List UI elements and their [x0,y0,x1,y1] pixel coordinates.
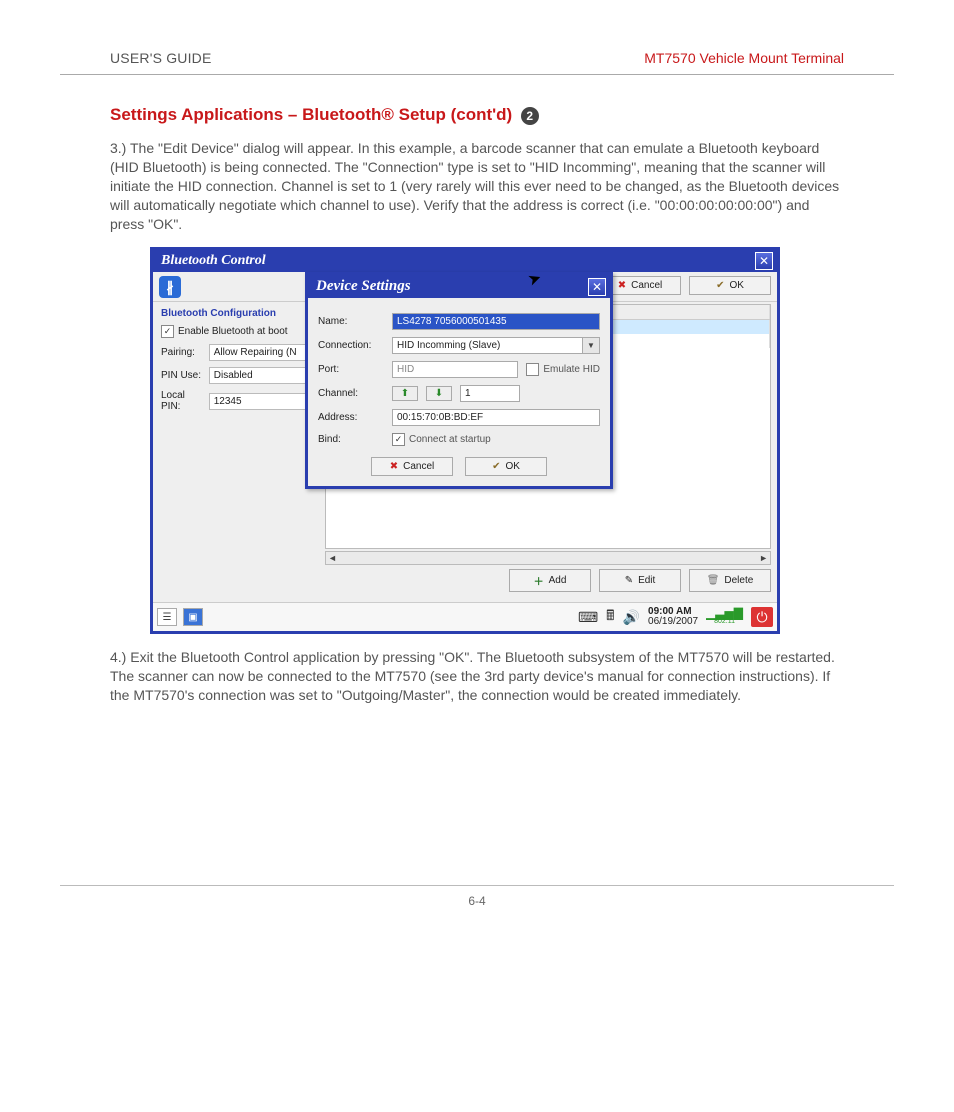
checkbox-icon: ✓ [392,433,405,446]
page-footer: 6-4 [60,885,894,908]
plus-icon: ＋ [534,573,544,588]
config-panel: Bluetooth Configuration Enable Bluetooth… [153,302,323,600]
taskbar-menu-icon[interactable]: ☰ [157,608,177,626]
header-right: MT7570 Vehicle Mount Terminal [644,50,844,66]
paragraph-4: 4.) Exit the Bluetooth Control applicati… [110,648,844,705]
localpin-label: Local PIN: [161,390,205,412]
name-input[interactable]: LS4278 7056000501435 [392,313,600,330]
add-button[interactable]: ＋ Add [509,569,591,592]
ok-check-icon: ✔ [492,461,500,472]
channel-up-button[interactable]: ⬆ [392,386,418,401]
header-rule [60,74,894,75]
bluetooth-control-window: Bluetooth Control ✕ ∦ ✖ Cancel ✔ OK [150,247,780,634]
pairing-field[interactable]: Allow Repairing (N [209,344,315,361]
keyboard-icon[interactable]: ⌨ [578,609,598,626]
calculator-icon[interactable]: 🖩 [606,605,614,629]
dialog-title: Device Settings [312,277,415,296]
cancel-x-icon: ✖ [390,461,398,472]
connect-startup-checkbox[interactable]: ✓ Connect at startup [392,433,491,446]
checkbox-icon [526,363,539,376]
channel-down-button[interactable]: ⬇ [426,386,452,401]
ok-label: OK [729,280,743,291]
pinuse-label: PIN Use: [161,370,205,381]
wifi-signal-icon[interactable]: ▁▃▅▇ 802.11 [706,610,743,624]
ok-button[interactable]: ✔ OK [689,276,771,295]
taskbar: ☰ ▣ ⌨ 🖩 🔊 09:00 AM 06/19/2007 ▁▃▅▇ [153,602,777,631]
window-titlebar: Bluetooth Control ✕ [153,250,777,272]
edit-button[interactable]: ✎ Edit [599,569,681,592]
channel-input[interactable]: 1 [460,385,520,402]
enable-bluetooth-checkbox[interactable]: Enable Bluetooth at boot [161,325,288,338]
header-left: USER'S GUIDE [110,50,212,66]
scroll-right-icon[interactable]: ► [759,553,768,563]
volume-icon[interactable]: 🔊 [623,609,640,626]
page-number: 6-4 [468,894,485,908]
paragraph-3: 3.) The "Edit Device" dialog will appear… [110,139,844,233]
horizontal-scrollbar[interactable]: ◄ ► [325,551,771,565]
dialog-cancel-button[interactable]: ✖ Cancel [371,457,453,476]
window-title: Bluetooth Control [157,252,270,270]
step-badge: 2 [521,107,539,125]
address-label: Address: [318,412,386,423]
address-input[interactable]: 00:15:70:0B:BD:EF [392,409,600,426]
ok-check-icon: ✔ [716,280,724,291]
device-settings-dialog: Device Settings ✕ ➤ Name: LS4278 7056000… [305,272,613,489]
name-label: Name: [318,316,386,327]
screenshot: Bluetooth Control ✕ ∦ ✖ Cancel ✔ OK [150,247,780,634]
bluetooth-icon: ∦ [159,276,181,298]
localpin-field[interactable]: 12345 [209,393,315,410]
pinuse-field[interactable]: Disabled [209,367,315,384]
dialog-close-icon[interactable]: ✕ [588,278,606,296]
connection-label: Connection: [318,340,386,351]
section-title: Settings Applications – Bluetooth® Setup… [110,105,844,125]
pairing-label: Pairing: [161,347,205,358]
cancel-label: Cancel [631,280,662,291]
cancel-x-icon: ✖ [618,280,626,291]
taskbar-app-icon[interactable]: ▣ [183,608,203,626]
edit-icon: ✎ [625,575,633,586]
emulate-hid-checkbox[interactable]: Emulate HID [526,363,600,376]
section-title-text: Settings Applications – Bluetooth® Setup… [110,105,512,124]
port-input[interactable]: HID [392,361,518,378]
taskbar-clock: 09:00 AM 06/19/2007 [648,607,698,628]
bind-label: Bind: [318,434,386,445]
delete-icon: 🗑 [707,575,720,586]
chevron-down-icon[interactable]: ▼ [583,337,600,354]
connection-select[interactable]: HID Incomming (Slave) [392,337,583,354]
power-icon[interactable]: ⏻ [751,607,773,627]
close-icon[interactable]: ✕ [755,252,773,270]
delete-button[interactable]: 🗑 Delete [689,569,771,592]
dialog-ok-button[interactable]: ✔ OK [465,457,547,476]
channel-label: Channel: [318,388,386,399]
port-label: Port: [318,364,386,375]
config-heading: Bluetooth Configuration [161,308,315,319]
scroll-left-icon[interactable]: ◄ [328,553,337,563]
